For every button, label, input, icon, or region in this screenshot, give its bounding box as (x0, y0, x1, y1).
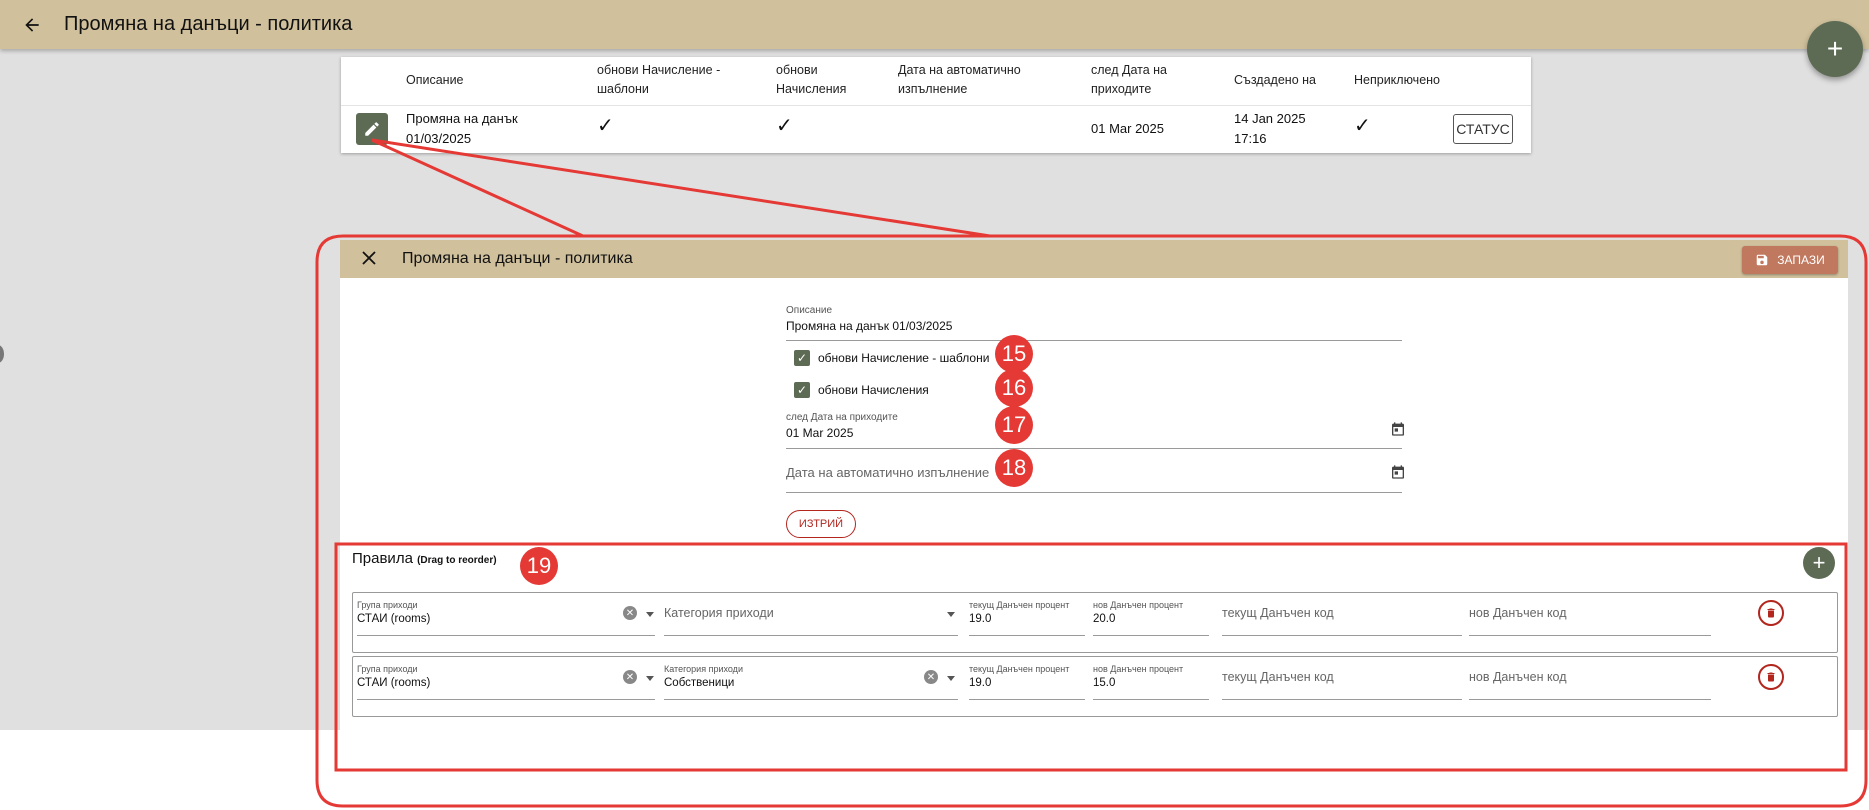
dialog-title: Промяна на данъци - политика (402, 250, 633, 267)
cur-pct-input[interactable]: 19.0 (969, 613, 991, 625)
save-button[interactable]: ЗАПАЗИ (1742, 246, 1838, 274)
templates-checkbox[interactable]: ✓ (794, 350, 810, 366)
calendar-icon[interactable] (1390, 464, 1406, 485)
page-title: Промяна на данъци - политика (64, 13, 353, 35)
group-select[interactable]: СТАИ (rooms) (357, 613, 430, 625)
check-icon: ✓ (776, 115, 793, 137)
new-code-input[interactable]: нов Данъчен код (1469, 670, 1567, 684)
rules-title-text: Правила (352, 550, 413, 567)
save-icon (1757, 254, 1768, 266)
pencil-icon (365, 122, 379, 136)
category-label: Категория приходи (664, 664, 743, 674)
category-select[interactable]: Категория приходи (664, 606, 774, 620)
new-pct-underline (1093, 635, 1209, 636)
chevron-down-icon[interactable] (947, 676, 955, 681)
annotation-badge: 18 (995, 449, 1033, 487)
chevron-down-icon[interactable] (947, 612, 955, 617)
cur-pct-underline (969, 699, 1085, 700)
new-code-underline (1469, 699, 1711, 700)
category-underline (664, 699, 958, 700)
group-label: Група приходи (357, 600, 418, 610)
dialog-header: Промяна на данъци - политика ЗАПАЗИ (340, 240, 1848, 278)
new-pct-label: нов Данъчен процент (1093, 664, 1184, 674)
clear-icon[interactable]: ✕ (924, 670, 938, 684)
new-code-input[interactable]: нов Данъчен код (1469, 606, 1567, 620)
col-created-at: Създадено на (1234, 73, 1316, 87)
arrow-left-icon[interactable] (20, 13, 44, 37)
table-header: Описание обнови Начисление - шаблони обн… (341, 57, 1531, 106)
description-underline (786, 340, 1402, 341)
table-row[interactable]: Промяна на данък 01/03/2025 ✓ ✓ 01 Mar 2… (341, 105, 1531, 153)
col-unfinished: Неприключено (1354, 73, 1441, 87)
annotation-badge: 15 (995, 335, 1033, 373)
close-icon[interactable] (362, 249, 380, 270)
group-underline (357, 699, 655, 700)
cur-code-underline (1222, 635, 1462, 636)
add-rule-button[interactable]: + (1803, 547, 1835, 579)
cur-code-input[interactable]: текущ Данъчен код (1222, 670, 1334, 684)
new-pct-label: нов Данъчен процент (1093, 600, 1184, 610)
clear-icon[interactable]: ✕ (623, 606, 637, 620)
col-update-charges: обнови Начисления (776, 63, 847, 96)
description-input[interactable]: Промяна на данък 01/03/2025 (786, 319, 952, 333)
charges-checkbox-label: обнови Начисления (818, 383, 929, 397)
policies-table: Описание обнови Начисление - шаблони обн… (341, 57, 1531, 153)
group-select[interactable]: СТАИ (rooms) (357, 677, 430, 689)
trash-icon[interactable] (1758, 600, 1784, 626)
revenue-date-underline (786, 448, 1402, 449)
annotation-badge: 19 (520, 547, 558, 585)
check-icon: ✓ (597, 115, 614, 137)
rule-row[interactable]: Група приходи СТАИ (rooms) ✕ Категория п… (352, 656, 1838, 717)
auto-exec-underline (786, 492, 1402, 493)
app-bar: Промяна на данъци - политика (0, 0, 1869, 49)
category-underline (664, 635, 958, 636)
delete-button[interactable]: ИЗТРИЙ (786, 510, 856, 538)
revenue-date-input[interactable]: 01 Mar 2025 (786, 426, 853, 440)
chevron-down-icon[interactable] (646, 676, 654, 681)
cur-pct-label: текущ Данъчен процент (969, 664, 1070, 674)
rule-row[interactable]: Група приходи СТАИ (rooms) ✕ Категория п… (352, 592, 1838, 653)
calendar-icon[interactable] (1390, 421, 1406, 442)
cur-pct-label: текущ Данъчен процент (969, 600, 1070, 610)
clear-icon[interactable]: ✕ (623, 670, 637, 684)
new-pct-input[interactable]: 15.0 (1093, 677, 1115, 689)
edit-button[interactable] (356, 113, 388, 145)
charges-checkbox[interactable]: ✓ (794, 382, 810, 398)
cur-code-input[interactable]: текущ Данъчен код (1222, 606, 1334, 620)
row-after-revenue-date: 01 Mar 2025 (1091, 121, 1164, 136)
chevron-down-icon[interactable] (646, 612, 654, 617)
new-pct-input[interactable]: 20.0 (1093, 613, 1115, 625)
new-pct-underline (1093, 699, 1209, 700)
templates-checkbox-label: обнови Начисление - шаблони (818, 351, 990, 365)
status-button[interactable]: СТАТУС (1453, 114, 1513, 144)
check-icon: ✓ (1354, 115, 1371, 137)
edit-dialog: Промяна на данъци - политика ЗАПАЗИ Опис… (340, 240, 1848, 770)
category-select[interactable]: Собственици (664, 677, 734, 689)
annotation-badge: 16 (995, 369, 1033, 407)
cur-code-underline (1222, 699, 1462, 700)
annotation-badge: 17 (995, 406, 1033, 444)
col-after-revenue-date: след Дата на приходите (1091, 63, 1167, 96)
row-description-line1: Промяна на данък (406, 111, 518, 126)
col-auto-exec-date: Дата на автоматично изпълнение (898, 63, 1021, 96)
save-label: ЗАПАЗИ (1777, 253, 1825, 267)
cur-pct-input[interactable]: 19.0 (969, 677, 991, 689)
col-update-templates: обнови Начисление - шаблони (597, 63, 721, 96)
description-label: Описание (786, 305, 833, 316)
trash-icon[interactable] (1758, 664, 1784, 690)
rules-hint: (Drag to reorder) (417, 555, 497, 566)
revenue-date-label: след Дата на приходите (786, 412, 898, 423)
col-description: Описание (406, 73, 464, 87)
cur-pct-underline (969, 635, 1085, 636)
rules-title: Правила (Drag to reorder) (352, 550, 497, 567)
add-fab-button[interactable]: + (1807, 21, 1863, 77)
group-underline (357, 635, 655, 636)
new-code-underline (1469, 635, 1711, 636)
row-description-line2: 01/03/2025 (406, 131, 472, 146)
row-created-time: 17:16 (1234, 131, 1267, 146)
auto-exec-date-input[interactable]: Дата на автоматично изпълнение (786, 465, 989, 480)
row-created-date: 14 Jan 2025 (1234, 111, 1306, 126)
group-label: Група приходи (357, 664, 418, 674)
